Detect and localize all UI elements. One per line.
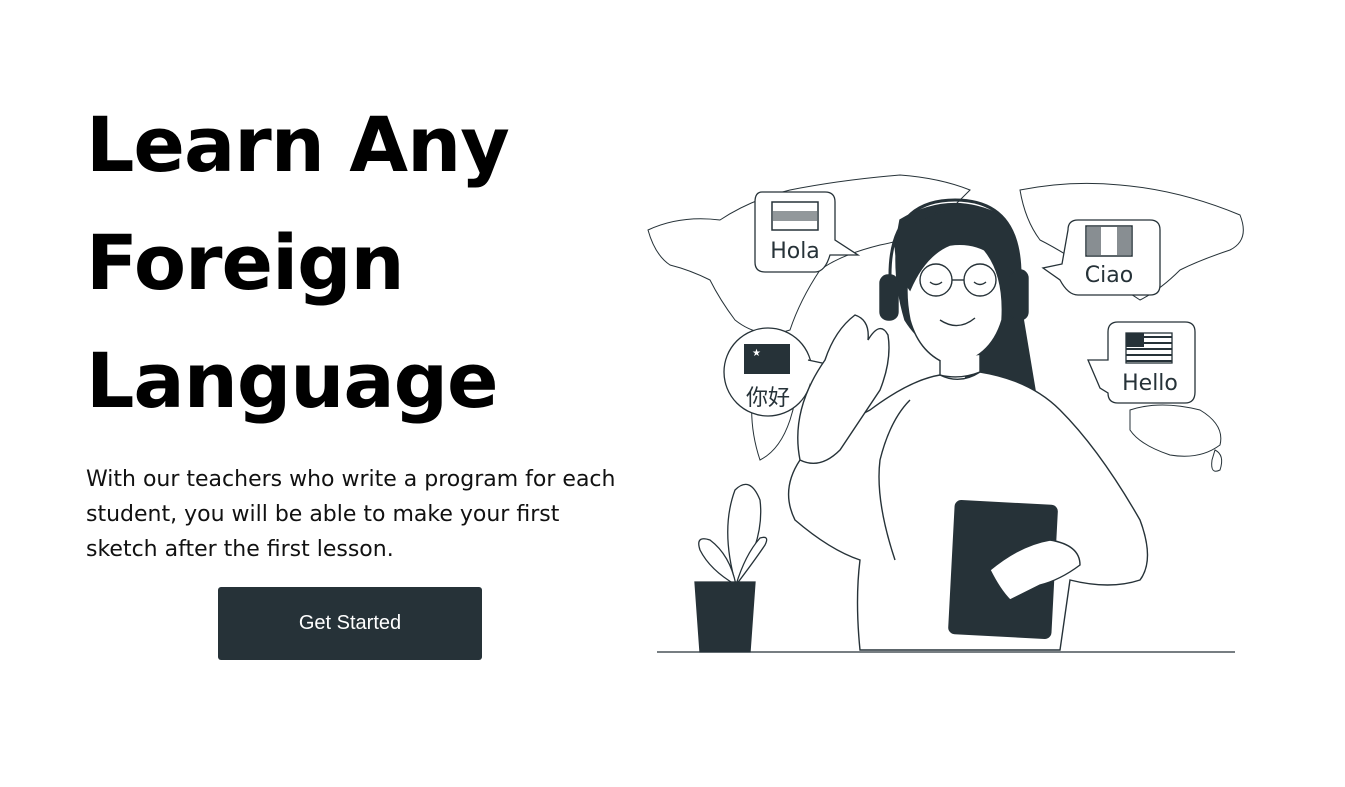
- hero-title: Learn Any Foreign Language: [86, 86, 510, 440]
- hero-title-line-2: Foreign: [86, 218, 405, 307]
- hero-title-line-3: Language: [86, 336, 499, 425]
- ciao-label: Ciao: [1085, 263, 1133, 288]
- nihao-label: 你好: [746, 386, 790, 411]
- hello-label: Hello: [1122, 371, 1178, 396]
- get-started-button[interactable]: Get Started: [218, 587, 482, 660]
- hero-title-line-1: Learn Any: [86, 100, 510, 189]
- svg-text:★: ★: [752, 348, 761, 359]
- plant-icon: [694, 483, 768, 653]
- speech-bubble-ciao: Ciao: [1041, 219, 1161, 296]
- speech-bubble-hello: Hello: [1087, 321, 1196, 404]
- hero-description: With our teachers who write a program fo…: [86, 467, 616, 562]
- hola-label: Hola: [770, 239, 820, 264]
- speech-bubble-hola: Hola: [754, 191, 861, 273]
- language-learning-illustration: Hola Ciao ★ 你好 Hello: [647, 174, 1244, 653]
